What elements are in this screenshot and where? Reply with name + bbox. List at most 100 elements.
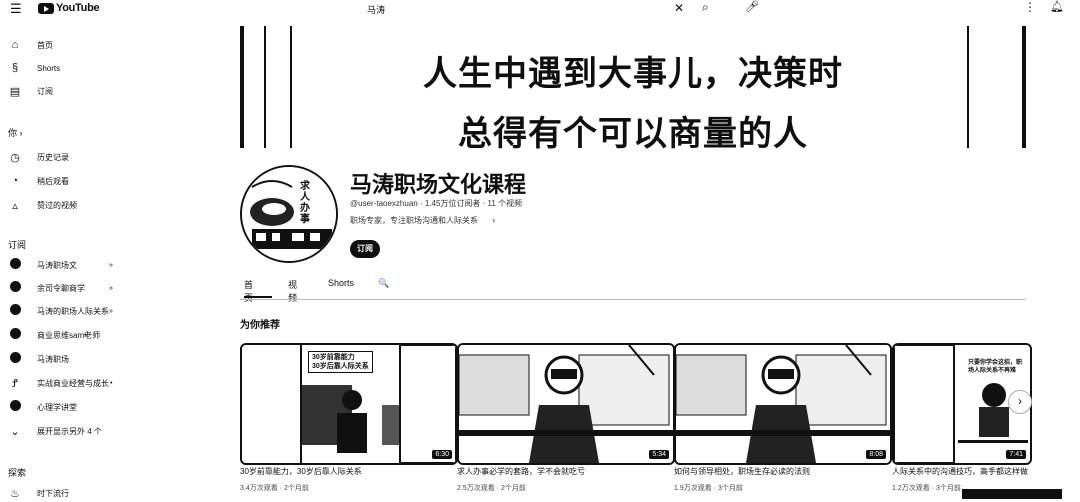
top-bar: ☰ YouTube 马涛 ✕ ⌕ 🎤︎ ⋮ 🔔︎ (0, 0, 1080, 18)
explore-header: 探索 (8, 468, 27, 478)
banner-text-line2: 总得有个可以商量的人 (458, 115, 808, 153)
sidebar-item-label: 赞过的视频 (37, 200, 77, 210)
channel-avatar-icon (8, 258, 22, 272)
video-duration: 6:30 (432, 450, 452, 459)
video-thumbnail[interactable]: 30岁前靠能力 30岁后靠人际关系 6:30 (240, 343, 458, 465)
video-meta: 1.9万次观看 · 3个月前 (674, 485, 743, 492)
sidebar-sub-item[interactable]: Ꝭ 实战商业经营与成长 • (0, 374, 140, 392)
history-icon: ◷ (10, 151, 20, 164)
you-header[interactable]: 你 › (8, 126, 23, 139)
home-icon: ⌂ (11, 39, 19, 51)
microphone-icon[interactable]: 🎤︎ (745, 0, 759, 13)
thumbnail-scene (676, 345, 890, 463)
sidebar-item-home[interactable]: ⌂ 首页 (0, 36, 140, 54)
sidebar-item-label: 余司令聊商学 (37, 283, 85, 293)
live-indicator-icon: » (109, 261, 113, 269)
video-thumbnail[interactable]: 5:34 (457, 343, 675, 465)
sidebar-item-subscriptions[interactable]: ▤ 订阅 (0, 82, 140, 100)
trending-icon: ♨ (10, 487, 20, 500)
video-meta: 1.2万次观看 · 3个月前 (892, 485, 961, 492)
bell-icon[interactable]: 🔔︎ (1050, 0, 1064, 13)
channel-description[interactable]: 职场专家，专注职场沟通和人际关系 › (350, 215, 495, 226)
sidebar-item-label: 马涛职场 (37, 354, 69, 364)
watch-later-icon: ◔ (11, 175, 19, 187)
sidebar-item-label: 商业思维sam老师 (37, 330, 101, 340)
live-indicator-icon: » (109, 284, 113, 292)
section-title: 为你推荐 (240, 320, 280, 331)
sidebar-item-liked[interactable]: ▵ 赞过的视频 (0, 196, 140, 214)
sidebar-item-label: 心理学讲堂 (37, 402, 77, 412)
sidebar-sub-item[interactable]: 马涛职场 (0, 350, 140, 368)
search-input[interactable]: 马涛 (367, 3, 385, 16)
live-indicator-icon: » (109, 307, 113, 315)
sidebar-sub-item[interactable]: 马涛的职场人际关系 » (0, 302, 140, 320)
sidebar-item-label: 实战商业经营与成长 (37, 378, 109, 388)
sidebar-item-label: Shorts (37, 63, 61, 73)
thumbnail-scene (459, 345, 673, 463)
channel-avatar-text: 求人办事 (300, 181, 310, 225)
tab-home[interactable]: 首页 (244, 278, 253, 304)
tab-shorts[interactable]: Shorts (328, 278, 354, 288)
sidebar-item-label: 展开显示另外 4 个 (37, 426, 102, 436)
sidebar-sub-item[interactable]: 马涛职场文 » (0, 256, 140, 274)
new-content-dot-icon: • (84, 331, 87, 339)
video-title[interactable]: 如何与领导相处，职场生存必读的法则 (674, 466, 888, 477)
channel-avatar-icon: Ꝭ (12, 377, 18, 390)
channel-avatar-icon (8, 400, 22, 414)
sidebar-item-trending[interactable]: ♨ 时下流行 (0, 484, 140, 502)
caption-line: 30岁前靠能力 (312, 354, 355, 361)
sidebar-item-label: 时下流行 (37, 488, 69, 498)
sidebar-item-label: 首页 (37, 40, 53, 50)
sidebar-sub-item[interactable]: 余司令聊商学 » (0, 279, 140, 297)
search-icon[interactable]: ⌕ (702, 0, 709, 15)
sidebar-item-shorts[interactable]: § Shorts (0, 59, 140, 77)
thumbnail-caption: 只要你学会这招，职场人际关系不再难 (968, 360, 1023, 374)
youtube-logo[interactable]: YouTube (38, 2, 100, 14)
sidebar-item-label: 订阅 (37, 86, 53, 96)
channel-name: 马涛职场文化课程 (350, 172, 527, 197)
channel-meta: @user-taoexzhuan · 1.45万位订阅者 · 11 个视频 (350, 199, 523, 208)
channel-avatar-icon (8, 281, 22, 295)
show-more-subscriptions[interactable]: ⌄ 展开显示另外 4 个 (0, 422, 140, 440)
tab-videos[interactable]: 视频 (288, 278, 297, 304)
video-title[interactable]: 30岁前靠能力，30岁后靠人际关系 (240, 466, 454, 477)
clear-search-icon[interactable]: ✕ (674, 1, 684, 15)
new-content-dot-icon: • (110, 379, 113, 387)
video-meta: 2.5万次观看 · 2个月前 (457, 485, 526, 492)
channel-avatar-icon (8, 304, 22, 318)
sidebar-item-history[interactable]: ◷ 历史记录 (0, 148, 140, 166)
menu-icon[interactable]: ☰ (10, 2, 22, 15)
video-duration: 5:34 (649, 450, 669, 459)
thumbnail-blank-panel (242, 345, 302, 463)
logo-text: YouTube (56, 2, 100, 14)
video-duration: 7:41 (1006, 450, 1026, 459)
banner-text-line1: 人生中遇到大事儿，决策时 (423, 55, 843, 93)
video-title[interactable]: 求人办事必学的套路，学不会就吃亏 (457, 466, 671, 477)
shorts-icon: § (11, 62, 19, 74)
chevron-right-icon[interactable]: › (1008, 390, 1032, 414)
tabs-divider (240, 299, 1026, 300)
video-duration: 8:08 (866, 450, 886, 459)
video-thumbnail[interactable]: 8:08 (674, 343, 892, 465)
sidebar-sub-item[interactable]: 心理学讲堂 (0, 398, 140, 416)
mini-player-bar[interactable] (962, 489, 1062, 499)
channel-avatar-icon (8, 352, 22, 366)
channel-description-text: 职场专家，专注职场沟通和人际关系 (350, 216, 478, 225)
subscribe-button[interactable]: 订阅 (350, 240, 380, 258)
sidebar-item-label: 历史记录 (37, 152, 69, 162)
subscriptions-icon: ▤ (9, 85, 21, 98)
search-icon[interactable]: 🔍 (378, 278, 389, 289)
video-title[interactable]: 人际关系中的沟通技巧，高手都这样做 (892, 466, 1028, 477)
channel-banner: 人生中遇到大事儿，决策时 总得有个可以商量的人 (240, 24, 1026, 153)
sidebar-item-watch-later[interactable]: ◔ 稍后观看 (0, 172, 140, 190)
video-meta: 3.4万次观看 · 2个月前 (240, 485, 309, 492)
sidebar-sub-item[interactable]: 商业思维sam老师 • (0, 326, 140, 344)
chevron-right-icon: › (492, 215, 496, 225)
sidebar-item-label: 稍后观看 (37, 176, 69, 186)
chevron-down-icon: ⌄ (10, 425, 20, 438)
active-tab-indicator (244, 296, 272, 298)
more-vert-icon[interactable]: ⋮ (1024, 0, 1036, 14)
channel-avatar[interactable]: 求人办事 (240, 165, 338, 263)
youtube-play-icon (38, 2, 54, 14)
caption-line: 30岁后靠人际关系 (312, 363, 369, 370)
